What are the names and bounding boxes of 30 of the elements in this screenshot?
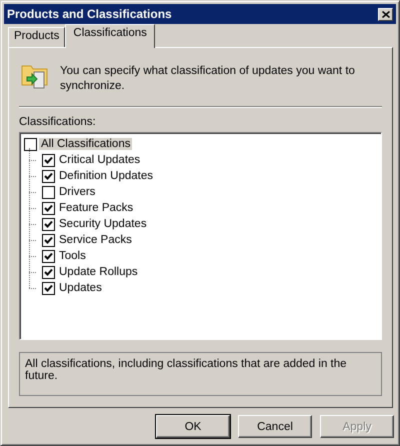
checkbox[interactable] <box>24 138 37 150</box>
tree-item[interactable]: Tools <box>57 250 88 262</box>
checkbox[interactable] <box>42 186 55 198</box>
tree-item[interactable]: Drivers <box>57 186 98 198</box>
checkbox[interactable] <box>42 282 55 294</box>
tree-item[interactable]: Service Packs <box>57 234 134 246</box>
checkbox[interactable] <box>42 234 55 246</box>
tree-item[interactable]: Update Rollups <box>57 266 140 278</box>
classifications-label: Classifications: <box>19 116 97 128</box>
window-title: Products and Classifications <box>7 7 172 21</box>
tree-item[interactable]: All Classifications <box>39 138 132 150</box>
dialog-button[interactable]: Cancel <box>238 415 312 438</box>
tab[interactable]: Classifications <box>65 24 155 48</box>
tree-item[interactable]: Feature Packs <box>57 202 136 214</box>
close-icon <box>382 10 390 18</box>
description-text: All classifications, including classifications that are added in the future. <box>25 358 347 382</box>
intro-text: You can specify what classification of updates you want to synchronize. <box>60 64 356 94</box>
checkbox[interactable] <box>42 170 55 182</box>
tab[interactable]: Products <box>8 27 66 47</box>
checkbox[interactable] <box>42 250 55 262</box>
close-button[interactable] <box>378 8 393 20</box>
checkbox[interactable] <box>42 266 55 278</box>
checkbox[interactable] <box>42 202 55 214</box>
tree-item[interactable]: Updates <box>57 282 104 294</box>
dialog-button[interactable]: OK <box>156 415 230 438</box>
tree-item[interactable]: Critical Updates <box>57 154 142 166</box>
tree-item[interactable]: Security Updates <box>57 218 149 230</box>
checkbox[interactable] <box>42 154 55 166</box>
tree-item[interactable]: Definition Updates <box>57 170 155 182</box>
checkbox[interactable] <box>42 218 55 230</box>
